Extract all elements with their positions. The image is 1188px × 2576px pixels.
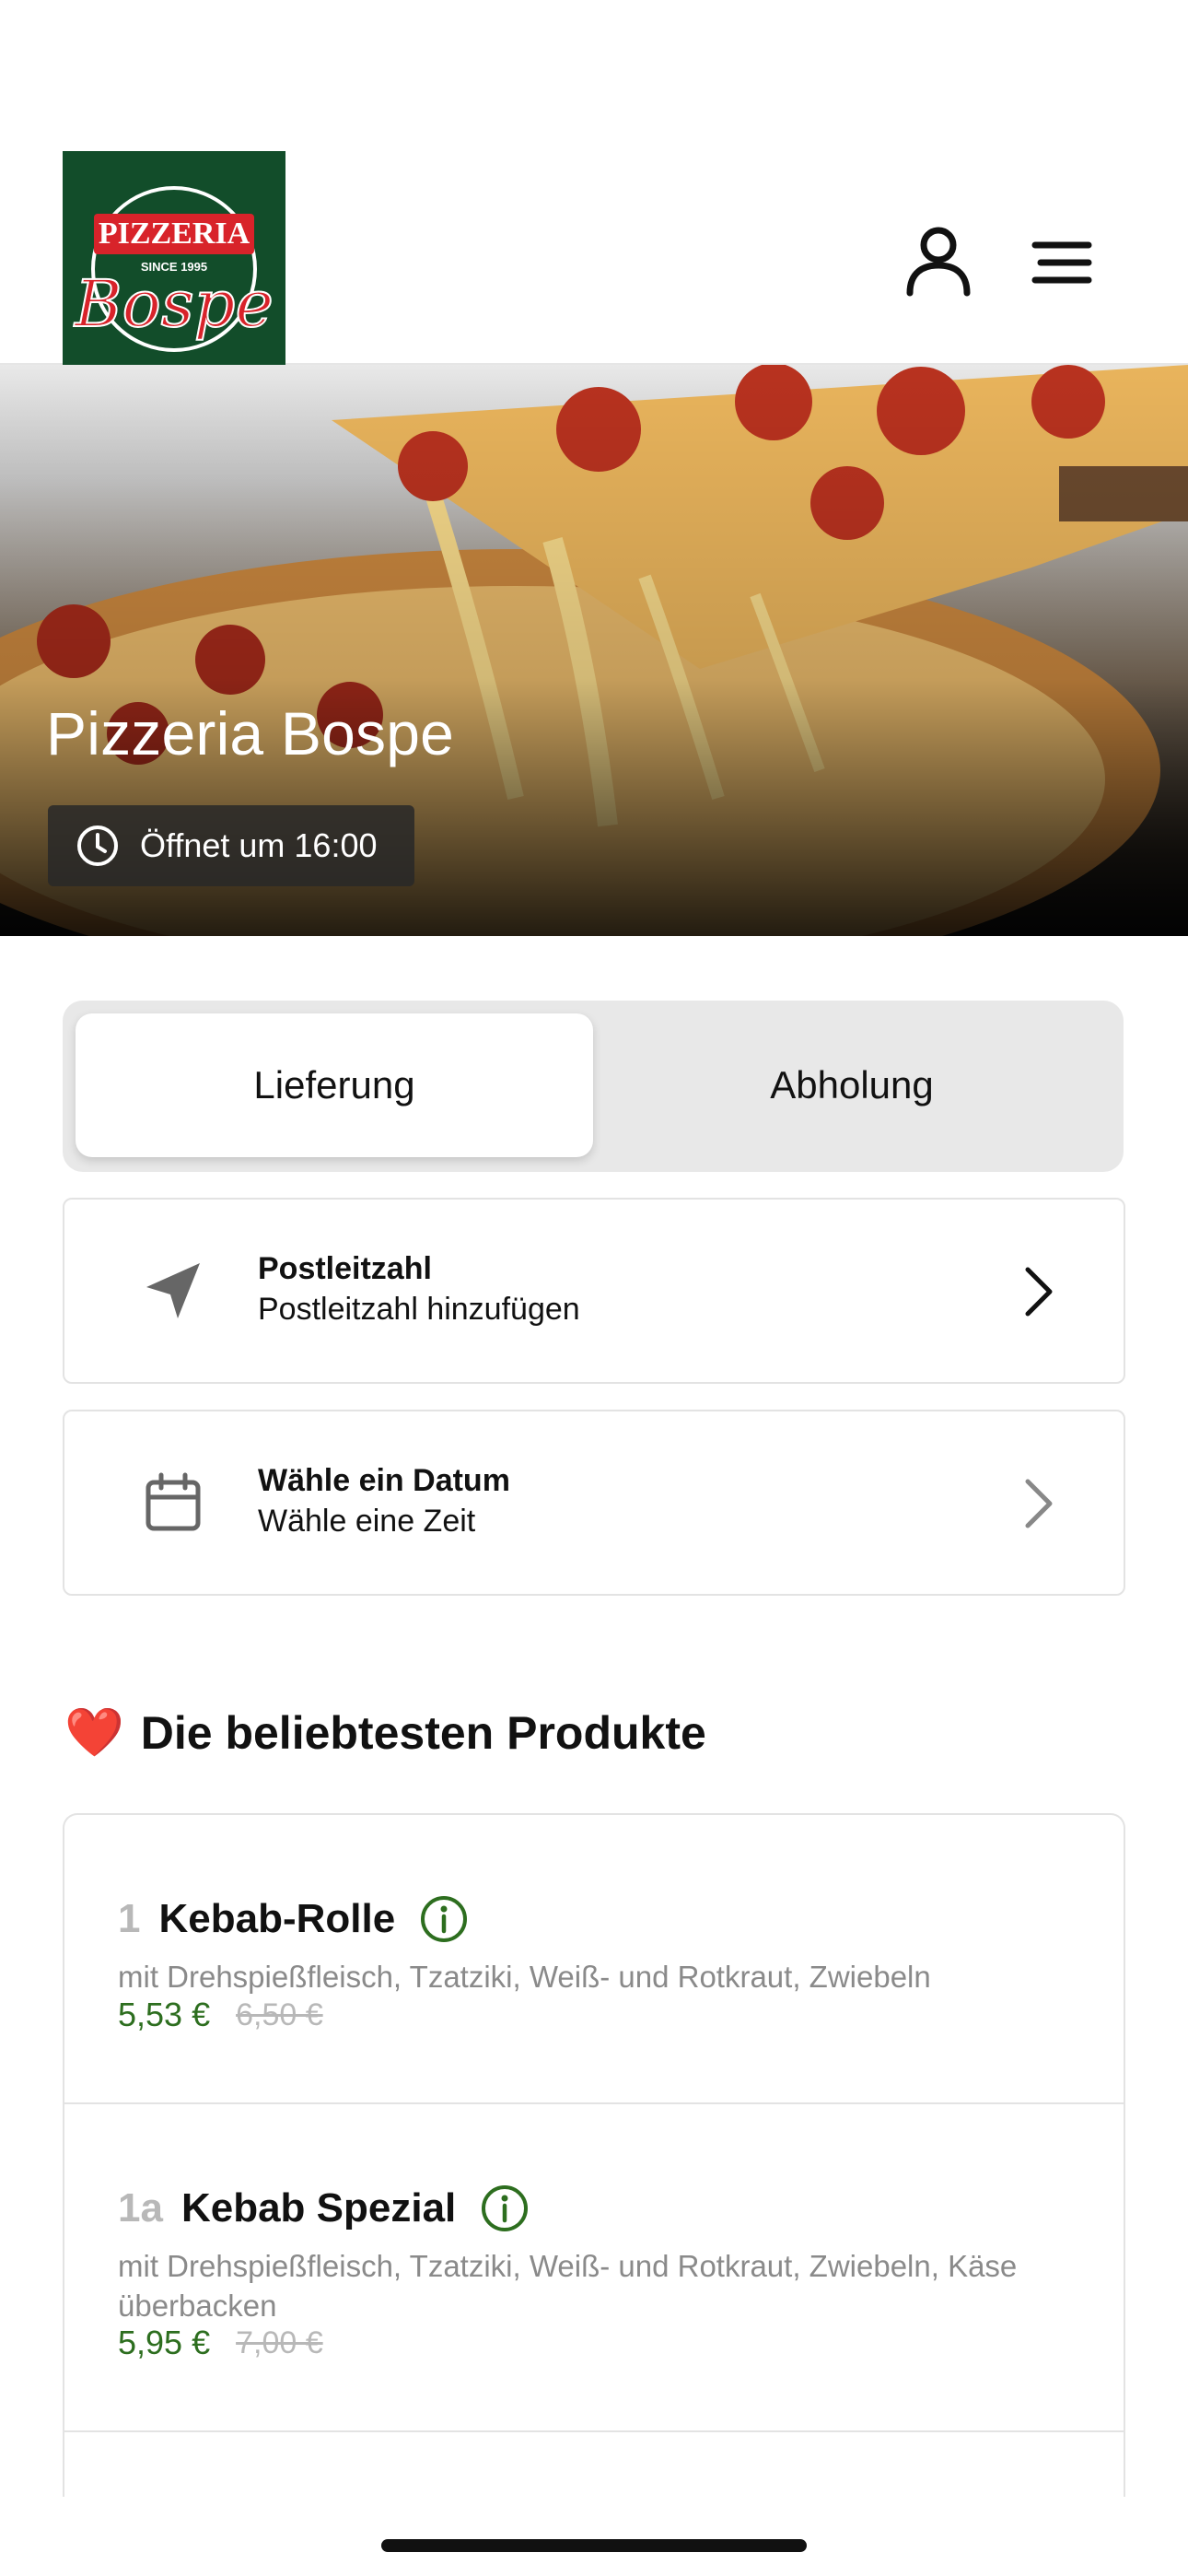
list-item[interactable]: 1 Kebab-Rolle mit Drehspießfleisch, Tzat… [64,1815,1124,2104]
app-header: PIZZERIA SINCE 1995 Bospe [0,0,1188,372]
info-icon[interactable] [480,2184,530,2233]
product-list: 1 Kebab-Rolle mit Drehspießfleisch, Tzat… [63,1813,1125,2497]
popular-products-title: Die beliebtesten Produkte [140,1706,706,1759]
tab-delivery[interactable]: Lieferung [76,1013,593,1157]
product-number: 1a [118,2185,163,2231]
product-description: mit Drehspießfleisch, Tzatziki, Weiß- un… [118,2249,1018,2323]
order-mode-toggle: Lieferung Abholung [63,1001,1124,1172]
menu-button[interactable] [1022,221,1105,304]
tab-pickup[interactable]: Abholung [593,1013,1111,1157]
hero-banner: Pizzeria Bospe Öffnet um 16:00 [0,365,1188,936]
product-price: 5,95 € [118,2324,211,2361]
product-name: Kebab-Rolle [158,1896,396,1941]
restaurant-name: Pizzeria Bospe [46,699,455,767]
user-icon [906,227,971,297]
postal-code-card[interactable]: Postleitzahl Postleitzahl hinzufügen [63,1198,1125,1384]
date-time-card[interactable]: Wähle ein Datum Wähle eine Zeit [63,1410,1125,1596]
clock-icon [76,824,120,868]
popular-products-heading: ❤️ Die beliebtesten Produkte [64,1704,706,1761]
postal-code-value: Postleitzahl hinzufügen [258,1292,580,1327]
date-label: Wähle ein Datum [258,1463,510,1498]
list-item[interactable]: 1a Kebab Spezial mit Drehspießfleisch, T… [64,2104,1124,2432]
location-arrow-icon [131,1249,215,1334]
postal-code-label: Postleitzahl [258,1251,432,1286]
opening-hours-text: Öffnet um 16:00 [140,826,378,864]
product-price: 5,53 € [118,1996,211,2033]
calendar-icon [131,1461,215,1546]
hamburger-menu-icon [1031,241,1092,284]
product-description: mit Drehspießfleisch, Tzatziki, Weiß- un… [118,1960,931,1994]
home-indicator[interactable] [381,2539,807,2552]
heart-icon: ❤️ [64,1706,124,1760]
logo-text-pizzeria: PIZZERIA [99,217,250,251]
chevron-right-icon [1019,1476,1059,1536]
product-name: Kebab Spezial [181,2185,457,2231]
chevron-right-icon [1019,1264,1059,1324]
product-old-price: 7,00 € [236,2324,323,2360]
opening-hours-badge: Öffnet um 16:00 [48,805,414,886]
info-icon[interactable] [419,1894,469,1944]
account-button[interactable] [897,221,980,304]
product-number: 1 [118,1896,141,1941]
logo-text-script: Bospe [73,266,274,342]
time-label: Wähle eine Zeit [258,1504,476,1539]
pizzeria-logo[interactable]: PIZZERIA SINCE 1995 Bospe [63,151,285,372]
product-old-price: 6,50 € [236,1996,323,2032]
